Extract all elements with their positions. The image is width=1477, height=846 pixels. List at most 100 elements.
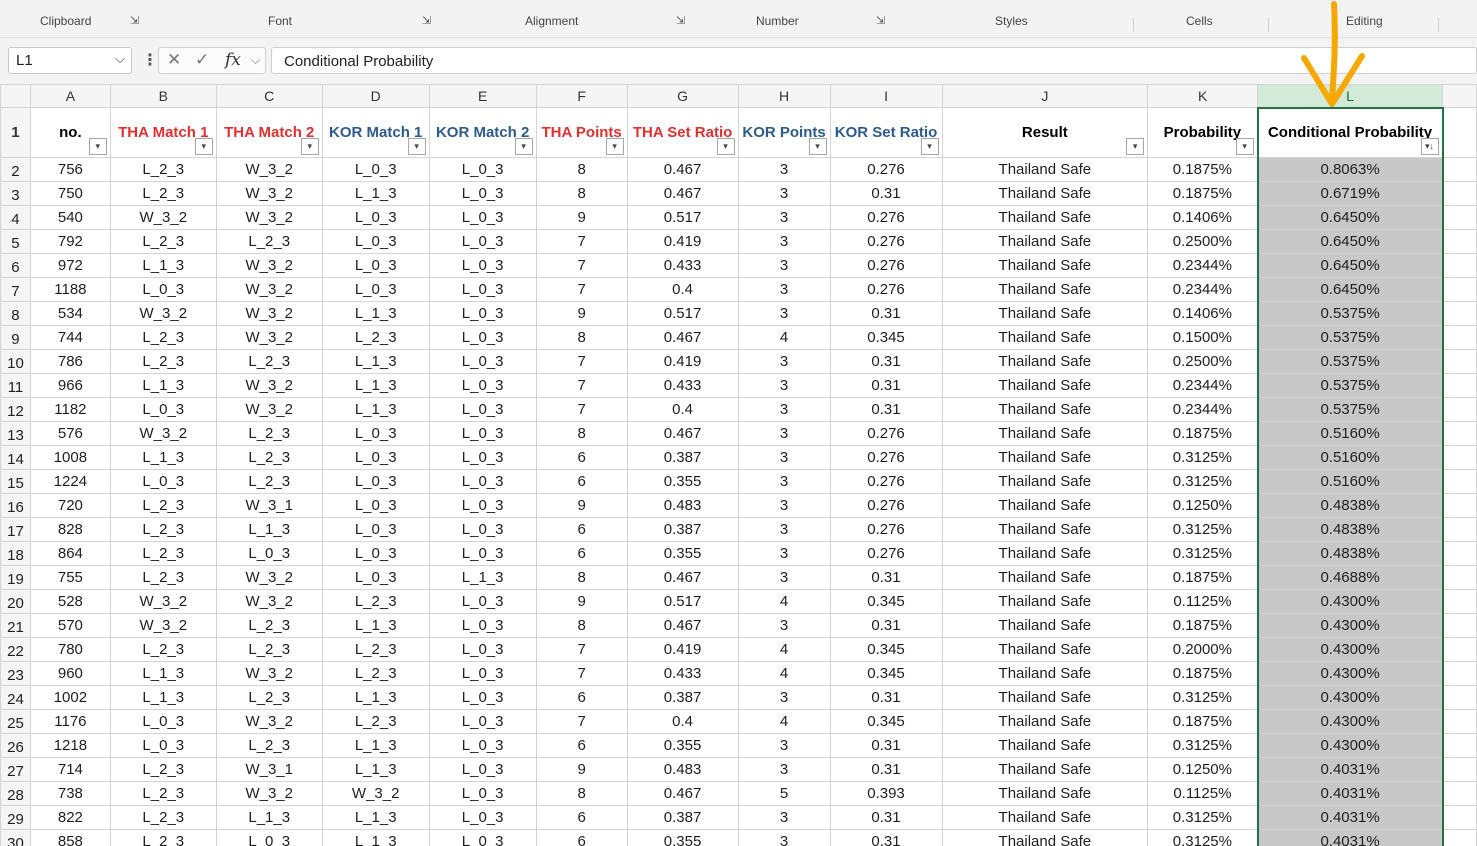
data-cell-i[interactable]: 0.31	[829, 301, 943, 326]
filter-dropdown-icon[interactable]: ▾	[808, 138, 827, 155]
data-cell-j[interactable]: Thailand Safe	[941, 253, 1149, 278]
data-cell-f[interactable]: 7	[535, 709, 628, 734]
data-cell-c[interactable]: L_2_3	[215, 733, 323, 758]
row-number[interactable]: 9	[0, 325, 31, 350]
row-number[interactable]: 4	[0, 205, 31, 230]
data-cell-k[interactable]: 0.1406%	[1147, 205, 1259, 230]
data-cell-k[interactable]: 0.3125%	[1147, 445, 1259, 470]
data-cell-j[interactable]: Thailand Safe	[941, 181, 1149, 206]
data-cell-g[interactable]: 0.467	[626, 421, 739, 446]
data-cell-f[interactable]: 7	[535, 637, 628, 662]
data-cell-f[interactable]: 6	[535, 685, 628, 710]
data-cell-i[interactable]: 0.276	[829, 277, 943, 302]
data-cell-l[interactable]: 0.4300%	[1256, 613, 1444, 638]
row-number[interactable]: 7	[0, 277, 31, 302]
data-cell-k[interactable]: 0.1125%	[1147, 589, 1259, 614]
data-cell-j[interactable]: Thailand Safe	[941, 613, 1149, 638]
data-cell-d[interactable]: L_2_3	[321, 661, 430, 686]
data-cell-f[interactable]: 6	[535, 829, 628, 846]
data-cell-l[interactable]: 0.4300%	[1256, 637, 1444, 662]
data-cell-c[interactable]: L_1_3	[215, 805, 323, 830]
row-number[interactable]: 1	[0, 107, 31, 158]
data-cell-a[interactable]: 534	[29, 301, 111, 326]
filter-dropdown-icon[interactable]: ▾	[88, 138, 107, 155]
column-header-j[interactable]: J	[941, 84, 1149, 108]
data-cell-j[interactable]: Thailand Safe	[941, 301, 1149, 326]
row-number[interactable]: 11	[0, 373, 31, 398]
data-cell-b[interactable]: W_3_2	[109, 421, 217, 446]
data-cell-c[interactable]: W_3_2	[215, 589, 323, 614]
data-cell-j[interactable]: Thailand Safe	[941, 325, 1149, 350]
row-number[interactable]: 6	[0, 253, 31, 278]
data-cell-e[interactable]: L_0_3	[428, 349, 537, 374]
empty-cell[interactable]	[1442, 565, 1477, 590]
data-cell-j[interactable]: Thailand Safe	[941, 469, 1149, 494]
data-cell-d[interactable]: L_1_3	[321, 757, 430, 782]
column-header-i[interactable]: I	[829, 84, 943, 108]
data-cell-a[interactable]: 756	[29, 157, 111, 182]
ribbon-group-alignment[interactable]: Alignment	[525, 14, 578, 28]
data-cell-h[interactable]: 4	[737, 661, 831, 686]
data-cell-d[interactable]: L_1_3	[321, 685, 430, 710]
data-cell-b[interactable]: L_2_3	[109, 325, 217, 350]
data-cell-k[interactable]: 0.3125%	[1147, 541, 1259, 566]
data-cell-k[interactable]: 0.3125%	[1147, 733, 1259, 758]
column-header-a[interactable]: A	[29, 84, 111, 108]
data-cell-d[interactable]: L_1_3	[321, 733, 430, 758]
data-cell-j[interactable]: Thailand Safe	[941, 637, 1149, 662]
data-cell-f[interactable]: 7	[535, 229, 628, 254]
select-all-corner[interactable]	[0, 84, 31, 108]
data-cell-k[interactable]: 0.1875%	[1147, 181, 1259, 206]
data-cell-d[interactable]: L_1_3	[321, 829, 430, 846]
data-cell-d[interactable]: L_0_3	[321, 517, 430, 542]
data-cell-g[interactable]: 0.419	[626, 637, 739, 662]
data-cell-h[interactable]: 3	[737, 493, 831, 518]
data-cell-d[interactable]: L_1_3	[321, 373, 430, 398]
header-cell[interactable]: KOR Match 1 ▾	[321, 107, 430, 158]
data-cell-c[interactable]: W_3_2	[215, 781, 323, 806]
data-cell-i[interactable]: 0.345	[829, 589, 943, 614]
data-cell-f[interactable]: 9	[535, 589, 628, 614]
data-cell-c[interactable]: L_2_3	[215, 349, 323, 374]
data-cell-b[interactable]: L_2_3	[109, 637, 217, 662]
data-cell-j[interactable]: Thailand Safe	[941, 661, 1149, 686]
data-cell-i[interactable]: 0.276	[829, 205, 943, 230]
data-cell-b[interactable]: L_2_3	[109, 349, 217, 374]
data-cell-f[interactable]: 8	[535, 157, 628, 182]
data-cell-l[interactable]: 0.4300%	[1256, 733, 1444, 758]
empty-cell[interactable]	[1442, 421, 1477, 446]
data-cell-b[interactable]: L_2_3	[109, 805, 217, 830]
data-cell-l[interactable]: 0.4838%	[1256, 517, 1444, 542]
data-cell-f[interactable]: 6	[535, 517, 628, 542]
data-cell-k[interactable]: 0.1875%	[1147, 709, 1259, 734]
data-cell-c[interactable]: L_2_3	[215, 613, 323, 638]
data-cell-a[interactable]: 780	[29, 637, 111, 662]
name-box[interactable]: L1 ⌵	[8, 47, 132, 74]
data-cell-g[interactable]: 0.467	[626, 181, 739, 206]
enter-check-icon[interactable]: ✓	[195, 50, 209, 70]
data-cell-d[interactable]: L_2_3	[321, 325, 430, 350]
column-header-d[interactable]: D	[321, 84, 430, 108]
data-cell-i[interactable]: 0.276	[829, 493, 943, 518]
data-cell-g[interactable]: 0.387	[626, 445, 739, 470]
row-number[interactable]: 5	[0, 229, 31, 254]
data-cell-d[interactable]: L_0_3	[321, 565, 430, 590]
empty-cell[interactable]	[1442, 469, 1477, 494]
data-cell-i[interactable]: 0.345	[829, 661, 943, 686]
data-cell-f[interactable]: 9	[535, 493, 628, 518]
dialog-launcher-icon[interactable]: ⇲	[876, 14, 885, 27]
data-cell-g[interactable]: 0.467	[626, 325, 739, 350]
empty-cell[interactable]	[1442, 709, 1477, 734]
data-cell-d[interactable]: L_0_3	[321, 421, 430, 446]
filter-dropdown-icon[interactable]: ▾	[605, 138, 624, 155]
data-cell-h[interactable]: 3	[737, 469, 831, 494]
data-cell-f[interactable]: 8	[535, 421, 628, 446]
data-cell-e[interactable]: L_0_3	[428, 733, 537, 758]
header-cell[interactable]: KOR Match 2 ▾	[428, 107, 537, 158]
data-cell-a[interactable]: 960	[29, 661, 111, 686]
data-cell-c[interactable]: L_2_3	[215, 637, 323, 662]
data-cell-c[interactable]: L_0_3	[215, 541, 323, 566]
sort-filter-icon[interactable]: ▾↓	[1420, 138, 1439, 155]
empty-cell[interactable]	[1442, 349, 1477, 374]
data-cell-e[interactable]: L_0_3	[428, 253, 537, 278]
